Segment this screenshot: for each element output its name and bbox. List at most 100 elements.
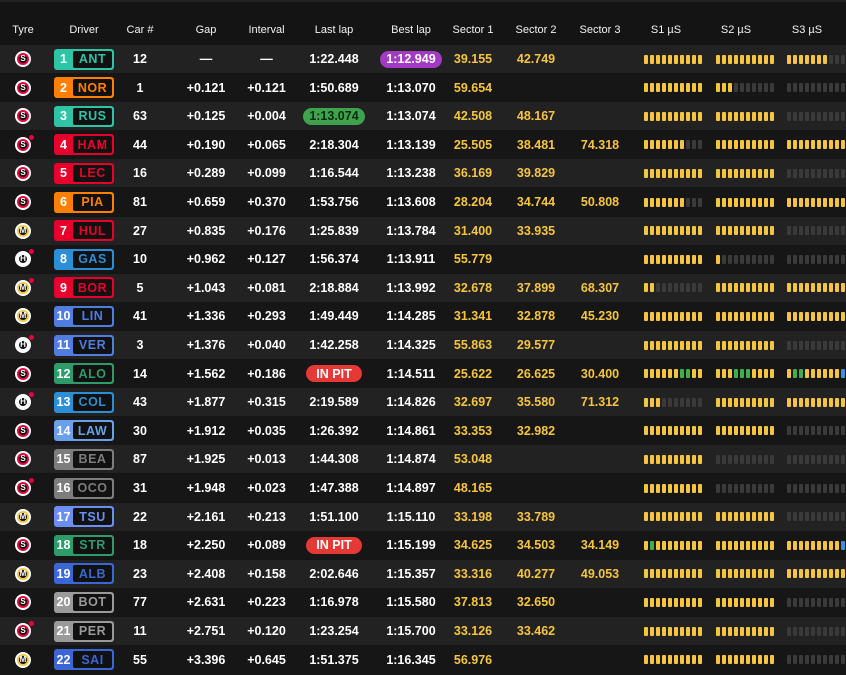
driver-badge[interactable]: 7 HUL (54, 220, 114, 242)
minisector (686, 197, 690, 207)
minisector (674, 311, 678, 321)
table-row[interactable]: S 15 BEA 87 +1.925 +0.013 1:44.308 1:14.874 53.0… (0, 445, 846, 474)
table-row[interactable]: H 13 COL 43 +1.877 +0.315 2:19.589 1:14.826 32.6… (0, 388, 846, 417)
driver-cell[interactable]: 17 TSU (46, 503, 122, 531)
driver-badge[interactable]: 12 ALO (54, 363, 114, 385)
table-row[interactable]: S 16 OCO 31 +1.948 +0.023 1:47.388 1:14.897 48.1… (0, 474, 846, 502)
driver-cell[interactable]: 12 ALO (46, 360, 122, 388)
driver-cell[interactable]: 15 BEA (46, 445, 122, 473)
driver-cell[interactable]: 21 PER (46, 617, 122, 645)
table-row[interactable]: S 3 RUS 63 +0.125 +0.004 1:13.074 1:13.074 42.50… (0, 102, 846, 131)
table-row[interactable]: M 19 ALB 23 +2.408 +0.158 2:02.646 1:15.357 33.3… (0, 559, 846, 588)
minisector (662, 655, 666, 665)
header-best-lap[interactable]: Best lap (374, 15, 448, 45)
car-number: 10 (133, 252, 147, 267)
header-s3-minisectors[interactable]: S3 µS (777, 15, 837, 45)
minisector (668, 226, 672, 236)
sector-3-time (566, 646, 634, 674)
driver-cell[interactable]: 6 PIA (46, 188, 122, 216)
table-row[interactable]: S 6 PIA 81 +0.659 +0.370 1:53.756 1:13.608 28.20… (0, 188, 846, 216)
table-row[interactable]: S 18 STR 18 +2.250 +0.089 IN PIT 1:15.199 34.625… (0, 531, 846, 560)
driver-badge[interactable]: 19 ALB (54, 563, 114, 585)
minisector (805, 426, 809, 436)
driver-badge[interactable]: 11 VER (54, 334, 114, 356)
driver-cell[interactable]: 8 GAS (46, 245, 122, 273)
table-row[interactable]: M 9 BOR 5 +1.043 +0.081 2:18.884 1:13.992 32.678… (0, 273, 846, 302)
table-row[interactable]: H 8 GAS 10 +0.962 +0.127 1:56.374 1:13.911 55.77… (0, 245, 846, 274)
header-last-lap[interactable]: Last lap (300, 15, 368, 45)
driver-badge[interactable]: 15 BEA (54, 448, 114, 470)
table-row[interactable]: M 17 TSU 22 +2.161 +0.213 1:51.100 1:15.110 33.1… (0, 502, 846, 531)
minisector (805, 311, 809, 321)
driver-cell[interactable]: 20 BOT (46, 588, 122, 616)
table-row[interactable]: S 4 HAM 44 +0.190 +0.065 2:18.304 1:13.139 25.50… (0, 130, 846, 159)
driver-badge[interactable]: 22 SAI (54, 649, 114, 671)
table-row[interactable]: H 11 VER 3 +1.376 +0.040 1:42.258 1:14.325 55.86… (0, 331, 846, 359)
driver-cell[interactable]: 14 LAW (46, 417, 122, 445)
driver-cell[interactable]: 13 COL (46, 388, 122, 416)
header-sector-3[interactable]: Sector 3 (566, 15, 634, 45)
minisector (787, 226, 791, 236)
header-s2-minisectors[interactable]: S2 µS (706, 15, 766, 45)
car-number: 14 (133, 366, 147, 381)
header-sector-1[interactable]: Sector 1 (440, 15, 506, 45)
driver-badge[interactable]: 21 PER (54, 620, 114, 642)
table-row[interactable]: S 5 LEC 16 +0.289 +0.099 1:16.544 1:13.238 36.16… (0, 159, 846, 188)
driver-cell[interactable]: 2 NOR (46, 74, 122, 102)
minisector (829, 54, 833, 64)
driver-cell[interactable]: 10 LIN (46, 302, 122, 330)
driver-cell[interactable]: 19 ALB (46, 560, 122, 588)
driver-cell[interactable]: 3 RUS (46, 102, 122, 130)
header-driver[interactable]: Driver (46, 15, 122, 45)
driver-badge[interactable]: 13 COL (54, 391, 114, 413)
header-sector-2[interactable]: Sector 2 (503, 15, 569, 45)
table-row[interactable]: S 1 ANT 12 — — 1:22.448 1:12.949 39.155 42.749 (0, 45, 846, 73)
driver-badge[interactable]: 2 NOR (54, 77, 114, 99)
minisector (680, 111, 684, 121)
driver-badge[interactable]: 5 LEC (54, 162, 114, 184)
driver-badge[interactable]: 3 RUS (54, 105, 114, 127)
minisector (674, 540, 678, 550)
driver-cell[interactable]: 22 SAI (46, 646, 122, 674)
table-row[interactable]: M 10 LIN 41 +1.336 +0.293 1:49.449 1:14.285 31.3… (0, 302, 846, 331)
table-row[interactable]: M 7 HUL 27 +0.835 +0.176 1:25.839 1:13.784 31.40… (0, 216, 846, 245)
table-row[interactable]: S 12 ALO 14 +1.562 +0.186 IN PIT 1:14.511 25.622… (0, 359, 846, 388)
minisector (692, 340, 696, 350)
driver-badge[interactable]: 18 STR (54, 534, 114, 556)
table-row[interactable]: S 21 PER 11 +2.751 +0.120 1:23.254 1:15.700 33.1… (0, 617, 846, 645)
driver-cell[interactable]: 9 BOR (46, 274, 122, 302)
driver-cell[interactable]: 11 VER (46, 331, 122, 359)
driver-badge[interactable]: 4 HAM (54, 134, 114, 156)
driver-cell[interactable]: 5 LEC (46, 159, 122, 187)
sector-2-time (503, 245, 569, 273)
minisector (752, 569, 756, 579)
driver-cell[interactable]: 16 OCO (46, 474, 122, 502)
table-row[interactable]: S 14 LAW 30 +1.912 +0.035 1:26.392 1:14.861 33.3… (0, 416, 846, 445)
header-tyre[interactable]: Tyre (0, 15, 46, 45)
driver-badge[interactable]: 10 LIN (54, 305, 114, 327)
minisector (674, 569, 678, 579)
driver-cell[interactable]: 1 ANT (46, 45, 122, 73)
table-row[interactable]: M 22 SAI 55 +3.396 +0.645 1:51.375 1:16.345 56.9… (0, 645, 846, 674)
table-row[interactable]: S 20 BOT 77 +2.631 +0.223 1:16.978 1:15.580 37.8… (0, 588, 846, 617)
driver-badge[interactable]: 14 LAW (54, 420, 114, 442)
table-row[interactable]: S 2 NOR 1 +0.121 +0.121 1:50.689 1:13.070 59.654 (0, 73, 846, 102)
driver-badge[interactable]: 16 OCO (54, 477, 114, 499)
driver-badge[interactable]: 1 ANT (54, 48, 114, 70)
driver-cell[interactable]: 7 HUL (46, 217, 122, 245)
driver-badge[interactable]: 8 GAS (54, 248, 114, 270)
driver-badge[interactable]: 9 BOR (54, 277, 114, 299)
header-interval[interactable]: Interval (240, 15, 293, 45)
header-gap[interactable]: Gap (170, 15, 242, 45)
header-s1-minisectors[interactable]: S1 µS (636, 15, 696, 45)
driver-badge[interactable]: 6 PIA (54, 191, 114, 213)
driver-cell[interactable]: 4 HAM (46, 131, 122, 159)
driver-cell[interactable]: 18 STR (46, 531, 122, 559)
minisector (829, 397, 833, 407)
minisector (829, 311, 833, 321)
driver-badge[interactable]: 17 TSU (54, 506, 114, 528)
header-car[interactable]: Car # (122, 15, 158, 45)
last-lap: 2:18.304 (309, 137, 359, 152)
driver-badge[interactable]: 20 BOT (54, 591, 114, 613)
minisector (841, 283, 845, 293)
